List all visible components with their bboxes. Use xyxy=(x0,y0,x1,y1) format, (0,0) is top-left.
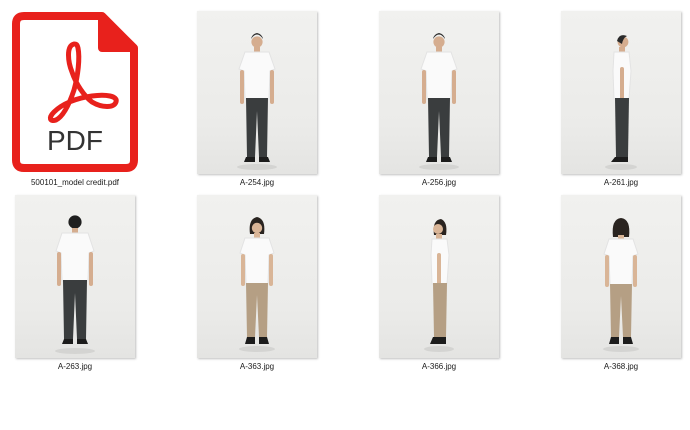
photo-thumbnail xyxy=(15,195,135,358)
photo-thumbnail xyxy=(197,195,317,358)
photo-thumbnail xyxy=(197,11,317,174)
file-tile-pdf[interactable]: PDF 500101_model credit.pdf xyxy=(0,10,150,188)
file-tile-photo[interactable]: A-363.jpg xyxy=(182,195,332,372)
file-name: A-256.jpg xyxy=(421,178,457,187)
file-name: A-368.jpg xyxy=(603,362,639,371)
pdf-file-icon: PDF xyxy=(10,10,140,174)
file-tile-photo[interactable]: A-263.jpg xyxy=(0,195,150,372)
photo-thumbnail xyxy=(561,11,681,174)
file-name: A-366.jpg xyxy=(421,362,457,371)
photo-thumbnail xyxy=(379,11,499,174)
photo-thumbnail xyxy=(561,195,681,358)
file-name: A-263.jpg xyxy=(57,362,93,371)
file-name: A-254.jpg xyxy=(239,178,275,187)
file-name: 500101_model credit.pdf xyxy=(30,178,120,187)
file-name: A-261.jpg xyxy=(603,178,639,187)
file-name: A-363.jpg xyxy=(239,362,275,371)
file-tile-photo[interactable]: A-368.jpg xyxy=(546,195,690,372)
file-tile-photo[interactable]: A-261.jpg xyxy=(546,11,690,188)
file-tile-photo[interactable]: A-366.jpg xyxy=(364,195,514,372)
file-tile-photo[interactable]: A-254.jpg xyxy=(182,11,332,188)
photo-thumbnail xyxy=(379,195,499,358)
pdf-badge-text: PDF xyxy=(47,125,103,156)
file-tile-photo[interactable]: A-256.jpg xyxy=(364,11,514,188)
file-explorer-view: PDF 500101_model credit.pdf A-254.jpg A-… xyxy=(0,0,690,430)
